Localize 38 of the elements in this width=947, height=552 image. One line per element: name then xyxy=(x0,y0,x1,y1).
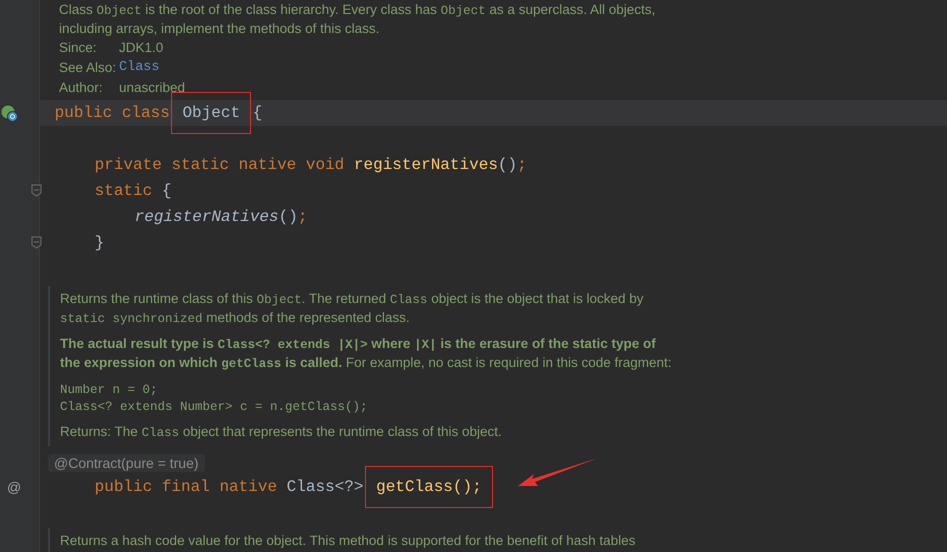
code-token: getClass(); xyxy=(366,467,492,507)
doc-field-label: Since: xyxy=(59,39,98,57)
doc-paragraph: Returns the runtime class of this Object. The returned Class object is the object that is locked by static synchronized methods of the represented class. xyxy=(60,290,645,328)
doc-returns: Returns: The Class object that represents the runtime class of this object. xyxy=(60,423,502,442)
code-token: final xyxy=(162,478,210,496)
code-token: native xyxy=(219,478,278,496)
code-token: class xyxy=(122,104,170,122)
fold-icon[interactable] xyxy=(31,184,42,197)
fold-icon[interactable] xyxy=(31,236,42,249)
code-token: static xyxy=(94,182,152,200)
code-token: static xyxy=(171,156,230,174)
code-token: private xyxy=(94,156,162,174)
doc-code-line: Class<? extends Number> c = n.getClass(); xyxy=(60,399,369,416)
doc-paragraph: The actual result type is Class<? extends |X|> where |X| is the erasure of the static type of the expression on which getClass is called. For example, no cast is required in this code fragment: xyxy=(60,335,673,373)
code-token: } xyxy=(94,234,104,252)
inferred-annotation: @Contract(pure = true) xyxy=(48,454,205,472)
doc-field-value: JDK1.0 xyxy=(119,39,164,57)
code-token: ; xyxy=(517,156,527,174)
doc-field-label: See Also: xyxy=(59,59,118,77)
code-token: void xyxy=(306,156,344,174)
code-token: { xyxy=(252,104,262,122)
code-token: ; xyxy=(298,208,308,226)
doc-field-label: Author: xyxy=(59,79,104,97)
code-token: registerNatives xyxy=(134,208,279,226)
code-token: public xyxy=(54,104,112,122)
code-token: () xyxy=(498,156,518,174)
doc-paragraph: Class Object is the root of the class hierarchy. Every class has Object as a superclass. All objects, including arrays, implement the methods of this class. xyxy=(59,1,656,38)
code-token: native xyxy=(238,156,296,174)
code-token: registerNatives xyxy=(354,156,498,174)
code-token: Class<?> xyxy=(286,478,364,496)
code-token: public xyxy=(94,478,152,496)
class-icon[interactable] xyxy=(1,105,18,122)
doc-code-line: Number n = 0; xyxy=(60,382,159,399)
doc-link[interactable]: Class xyxy=(119,58,160,78)
doc-paragraph: Returns a hash code value for the object. This method is supported for the benefit of hash tables xyxy=(60,532,636,550)
code-token: () xyxy=(278,208,298,226)
code-token: { xyxy=(162,182,172,200)
implementation-marker[interactable]: @ xyxy=(7,474,22,500)
